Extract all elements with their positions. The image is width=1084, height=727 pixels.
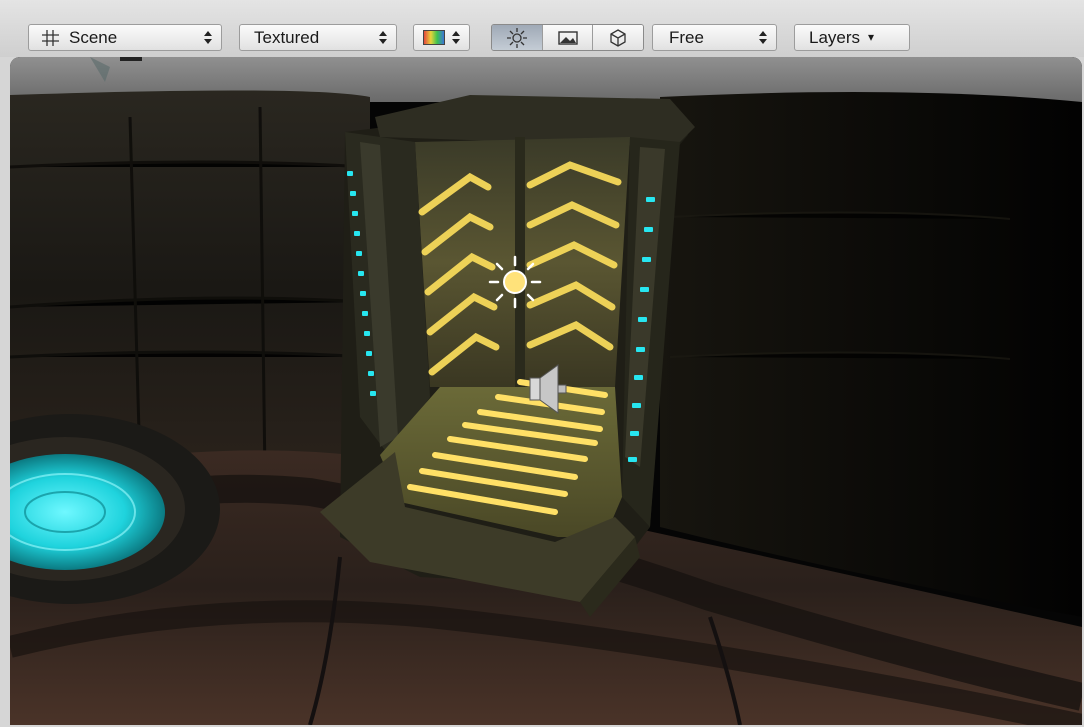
scene-label: Scene: [69, 28, 118, 47]
lighting-toggle[interactable]: [492, 25, 542, 50]
updown-arrows-icon: [452, 29, 460, 46]
camera-mode-label: Free: [669, 28, 704, 47]
light-gizmo-icon[interactable]: [488, 255, 542, 309]
layers-dropdown[interactable]: Layers ▾: [794, 24, 910, 51]
grid-icon: [41, 29, 61, 47]
render-paths-dropdown[interactable]: [413, 24, 470, 51]
cube-icon: [610, 28, 626, 47]
image-icon: [557, 30, 578, 45]
layers-label: Layers: [809, 28, 861, 47]
audition-toggle[interactable]: [592, 25, 643, 50]
updown-arrows-icon: [379, 29, 387, 46]
lighting-icon: [506, 27, 527, 48]
color-swatch-icon: [423, 30, 445, 45]
camera-mode-dropdown[interactable]: Free: [652, 24, 777, 51]
game-overlay-toggle[interactable]: [541, 25, 593, 50]
scene-viewport[interactable]: [10, 57, 1082, 725]
scene-view-dropdown[interactable]: Scene: [28, 24, 222, 51]
render-mode-dropdown[interactable]: Textured: [239, 24, 397, 51]
scene-overlay-toggles: [491, 24, 644, 51]
scene-render: [10, 57, 1082, 725]
updown-arrows-icon: [204, 29, 212, 46]
dropdown-arrow-icon: ▾: [868, 30, 875, 44]
scene-toolbar: Scene Textured Free Layers ▾: [0, 0, 1084, 57]
render-mode-label: Textured: [254, 28, 320, 47]
updown-arrows-icon: [759, 29, 767, 46]
